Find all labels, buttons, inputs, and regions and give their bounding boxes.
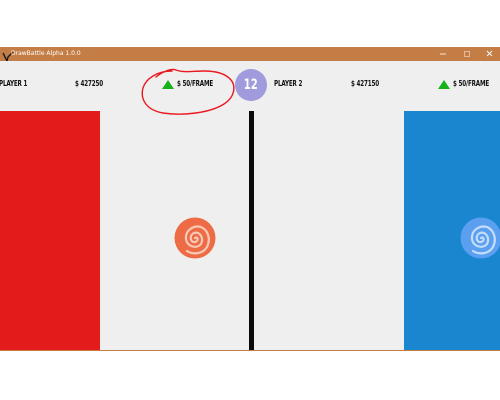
maximize-icon <box>464 51 470 57</box>
player1-label: PLAYER 1 <box>0 79 28 88</box>
window-title: DrawBattle Alpha 1.0.0 <box>11 50 81 57</box>
green-up-triangle-icon <box>438 80 450 89</box>
window-bottom-border <box>0 350 500 351</box>
center-divider <box>249 111 254 351</box>
player1-money: $ 427250 <box>75 79 104 88</box>
minimize-icon <box>440 53 446 55</box>
game-window: DrawBattle Alpha 1.0.0 PLAYER 1 $ 427250… <box>0 47 500 351</box>
player2-label: PLAYER 2 <box>274 79 303 88</box>
close-button[interactable] <box>478 47 500 61</box>
player1-rate: $ 50/FRAME <box>177 79 214 88</box>
player2-money: $ 427150 <box>351 79 380 88</box>
green-up-triangle-icon <box>162 80 174 89</box>
title-bar[interactable]: DrawBattle Alpha 1.0.0 <box>0 47 500 64</box>
timer-value: 12 <box>243 77 259 93</box>
round-timer: 12 <box>235 69 267 101</box>
player1-territory <box>0 111 100 351</box>
player2-rate: $ 50/FRAME <box>453 79 490 88</box>
play-field[interactable] <box>0 111 500 351</box>
minimize-button[interactable] <box>432 47 454 61</box>
blue-spiral-icon <box>460 217 500 259</box>
close-icon <box>486 50 493 57</box>
maximize-button[interactable] <box>456 47 478 61</box>
orange-spiral-icon <box>174 217 216 259</box>
hud-bar: PLAYER 1 $ 427250 $ 50/FRAME 12 PLAYER 2… <box>0 61 500 111</box>
